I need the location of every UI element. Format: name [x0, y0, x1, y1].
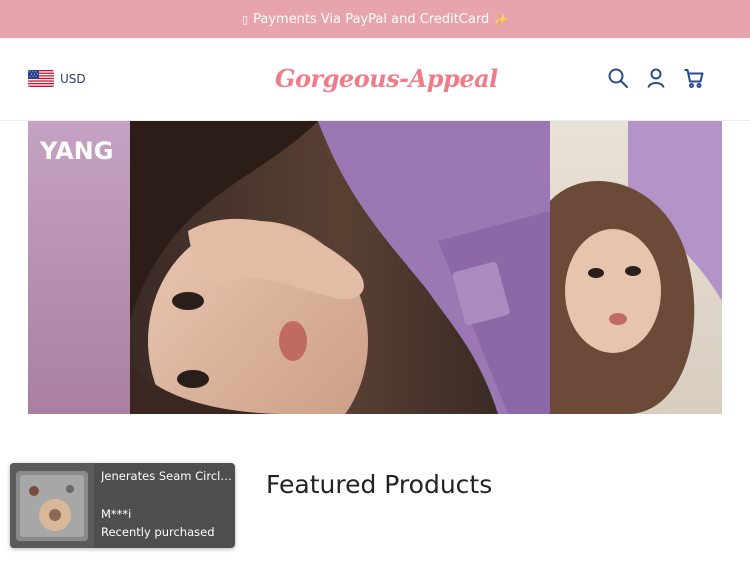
currency-selector[interactable]: USD [28, 70, 86, 87]
popup-status: Recently purchased [101, 525, 215, 539]
announcement-bar: ▯ Payments Via PayPal and CreditCard ✨ [0, 0, 750, 38]
featured-products-title: Featured Products [266, 470, 493, 499]
search-icon[interactable] [606, 66, 630, 90]
hero-brand-logo: YANG [39, 137, 113, 165]
site-header: USD Gorgeous-Appeal [0, 38, 750, 121]
popup-buyer: M***i [101, 507, 132, 521]
header-icons [606, 66, 720, 90]
cart-icon[interactable] [682, 66, 706, 90]
announcement-text: Payments Via PayPal and CreditCard [253, 11, 490, 27]
announcement-lead-glyph: ▯ [242, 12, 249, 26]
popup-info: Jenerates Seam Circle Tool M***i Recentl… [94, 463, 235, 548]
currency-code: USD [60, 71, 86, 86]
site-logo[interactable]: Gorgeous-Appeal [275, 64, 498, 98]
us-flag-icon [28, 70, 54, 87]
sparkle-icon: ✨ [494, 12, 508, 26]
account-icon[interactable] [644, 66, 668, 90]
hero-banner[interactable]: YANG [28, 121, 722, 414]
product-thumbnail [10, 463, 94, 548]
popup-product-name: Jenerates Seam Circle Tool [101, 469, 233, 483]
recent-purchase-popup[interactable]: Jenerates Seam Circle Tool M***i Recentl… [10, 463, 235, 548]
